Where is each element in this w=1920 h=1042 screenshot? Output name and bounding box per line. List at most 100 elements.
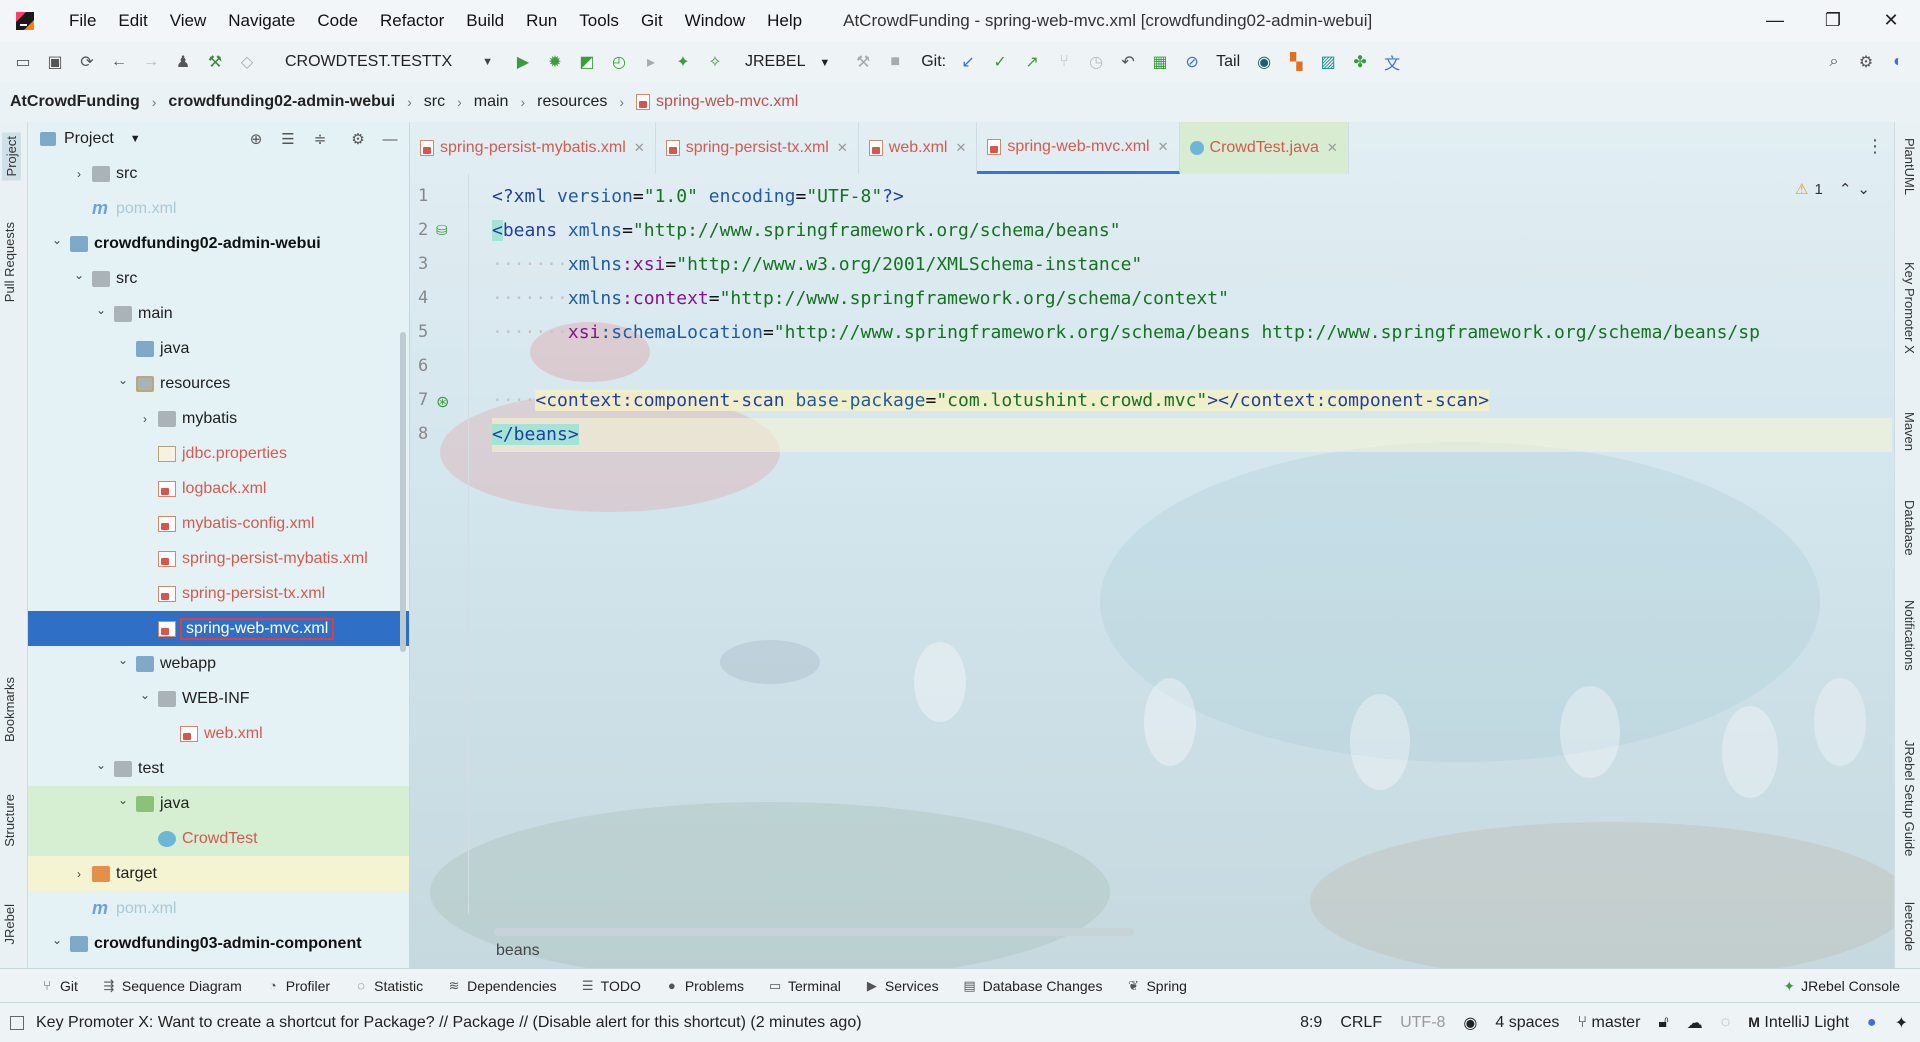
file-encoding[interactable]: UTF-8: [1400, 1014, 1445, 1032]
code-line[interactable]: ·······xsi:schemaLocation="http://www.sp…: [492, 316, 1760, 350]
horizontal-scrollbar[interactable]: [494, 928, 1134, 936]
tool-tab-dependencies[interactable]: ≋ Dependencies: [447, 978, 557, 994]
coverage-icon[interactable]: ◩: [574, 49, 600, 75]
tool-tab-git[interactable]: ⑂ Git: [40, 978, 78, 994]
close-icon[interactable]: ✕: [837, 140, 848, 156]
tool-tab-statistic[interactable]: ◌ Statistic: [354, 978, 423, 994]
pull-requests-tool-tab[interactable]: Pull Requests: [2, 222, 17, 302]
run-config-selector[interactable]: CROWDTEST.TESTTX ▼: [285, 53, 493, 71]
code-line[interactable]: ····<context:component-scan base-package…: [492, 384, 1490, 418]
tool-tab-todo[interactable]: ☰ TODO: [581, 978, 641, 994]
menu-tools[interactable]: Tools: [568, 11, 630, 31]
plugin-grid-icon[interactable]: ▚: [1283, 49, 1309, 75]
chevron-down-icon[interactable]: ⌄: [94, 303, 108, 317]
tool-tab-sequence-diagram[interactable]: ⇶ Sequence Diagram: [102, 978, 241, 994]
breadcrumb-module[interactable]: crowdfunding02-admin-webui: [168, 93, 395, 111]
menu-edit[interactable]: Edit: [107, 11, 158, 31]
run-more-icon[interactable]: ▸: [638, 49, 664, 75]
diagram-icon[interactable]: ▨: [1315, 49, 1341, 75]
editor-tab[interactable]: spring-persist-mybatis.xml ✕: [410, 122, 656, 174]
chevron-down-icon[interactable]: ▼: [130, 133, 141, 145]
menu-view[interactable]: View: [159, 11, 218, 31]
expand-all-icon[interactable]: ☰: [277, 128, 299, 150]
structure-tool-tab[interactable]: Structure: [2, 794, 17, 847]
tool-tab-problems[interactable]: ● Problems: [665, 978, 744, 994]
chevron-down-icon[interactable]: ⌄: [116, 373, 130, 387]
maven-tool-tab[interactable]: Maven: [1902, 412, 1917, 451]
plantuml-tool-tab[interactable]: PlantUML: [1902, 138, 1917, 195]
inspection-indicator[interactable]: ⚠ 1 ⌃ ⌄: [1795, 180, 1870, 199]
tree-item[interactable]: CrowdTest: [28, 821, 409, 856]
tree-item[interactable]: ⌄ crowdfunding02-admin-webui: [28, 226, 409, 261]
status-message[interactable]: Key Promoter X: Want to create a shortcu…: [36, 1014, 862, 1032]
panel-toggle-icon[interactable]: [10, 1015, 24, 1030]
tree-item[interactable]: spring-persist-mybatis.xml: [28, 541, 409, 576]
chart-icon[interactable]: ▦: [1147, 49, 1173, 75]
tree-item[interactable]: m pom.xml: [28, 191, 409, 226]
chevron-up-icon[interactable]: ⌃: [1839, 180, 1852, 198]
notifications-tool-tab[interactable]: Notifications: [1902, 600, 1917, 671]
tool-tab-spring[interactable]: ❦ Spring: [1126, 978, 1187, 994]
tree-item[interactable]: › src: [28, 156, 409, 191]
menu-navigate[interactable]: Navigate: [217, 11, 306, 31]
more-vertical-icon[interactable]: ⋮: [1866, 136, 1884, 157]
tree-item[interactable]: ⌄ main: [28, 296, 409, 331]
tree-item[interactable]: spring-persist-tx.xml: [28, 576, 409, 611]
history-icon[interactable]: ◷: [1083, 49, 1109, 75]
git-commit-icon[interactable]: ✓: [987, 49, 1013, 75]
tree-item[interactable]: mybatis-config.xml: [28, 506, 409, 541]
menu-refactor[interactable]: Refactor: [369, 11, 455, 31]
leetcode-tool-tab[interactable]: leetcode: [1902, 902, 1917, 951]
tree-item[interactable]: › target: [28, 856, 409, 891]
jrebel-tool-tab[interactable]: JRebel: [2, 904, 17, 944]
editor-tab[interactable]: web.xml ✕: [859, 122, 978, 174]
chevron-down-icon[interactable]: ⌄: [50, 933, 64, 947]
puzzle-icon[interactable]: ✤: [1347, 49, 1373, 75]
tree-item[interactable]: ⌄ test: [28, 751, 409, 786]
tree-item[interactable]: ⌄ java: [28, 786, 409, 821]
caret-position[interactable]: 8:9: [1300, 1014, 1322, 1032]
no-sign-icon[interactable]: ⊘: [1179, 49, 1205, 75]
close-icon[interactable]: ✕: [634, 140, 645, 156]
chevron-right-icon[interactable]: ›: [138, 412, 152, 426]
search-icon[interactable]: ⌕: [1821, 49, 1847, 75]
database-tool-tab[interactable]: Database: [1902, 500, 1917, 556]
restore-button[interactable]: ❐: [1804, 0, 1862, 40]
save-all-icon[interactable]: ▣: [42, 49, 68, 75]
tool-tab-services[interactable]: ▶ Services: [865, 978, 939, 994]
tree-item[interactable]: ⌄ crowdfunding03-admin-component: [28, 926, 409, 961]
settings-gear-icon[interactable]: ⚙: [1853, 49, 1879, 75]
jrebel-console-tab[interactable]: ✦ JRebel Console: [1783, 969, 1900, 1003]
chevron-right-icon[interactable]: ›: [72, 167, 86, 181]
editor-tab[interactable]: spring-web-mvc.xml ✕: [977, 122, 1180, 174]
project-panel-title[interactable]: Project: [64, 130, 114, 148]
tree-item[interactable]: ⌄ src: [28, 261, 409, 296]
breadcrumb-project[interactable]: AtCrowdFunding: [10, 93, 140, 111]
key-promoter-tool-tab[interactable]: Key Promoter X: [1902, 262, 1917, 354]
editor-breadcrumb[interactable]: beans: [496, 942, 540, 960]
chevron-down-icon[interactable]: ⌄: [116, 793, 130, 807]
eye-icon[interactable]: ◉: [1463, 1013, 1477, 1033]
jrebel-status-icon[interactable]: ✦: [1895, 1013, 1908, 1033]
close-icon[interactable]: ✕: [1327, 140, 1338, 156]
status-dot-icon[interactable]: ●: [1867, 1014, 1877, 1032]
tree-item[interactable]: spring-web-mvc.xml: [28, 611, 409, 646]
editor-tab[interactable]: CrowdTest.java ✕: [1179, 122, 1349, 174]
open-folder-icon[interactable]: ▭: [10, 49, 36, 75]
menu-run[interactable]: Run: [515, 11, 568, 31]
locate-icon[interactable]: ⊕: [245, 128, 267, 150]
chevron-down-icon[interactable]: ⌄: [116, 653, 130, 667]
breadcrumb-resources[interactable]: resources: [537, 93, 607, 111]
bean-gutter-icon[interactable]: ⛁: [436, 222, 454, 240]
translate-icon[interactable]: 文: [1379, 49, 1405, 75]
line-separator[interactable]: CRLF: [1340, 1014, 1382, 1032]
code-line[interactable]: </beans>: [492, 418, 579, 452]
chevron-down-icon[interactable]: ⌄: [138, 688, 152, 702]
menu-window[interactable]: Window: [674, 11, 756, 31]
breadcrumb-main[interactable]: main: [474, 93, 509, 111]
hide-panel-icon[interactable]: —: [379, 128, 401, 150]
chevron-down-icon[interactable]: ⌄: [50, 233, 64, 247]
tree-item[interactable]: › mybatis: [28, 401, 409, 436]
close-icon[interactable]: ✕: [1158, 139, 1169, 155]
code-line[interactable]: <?xml version="1.0" encoding="UTF-8"?>: [492, 180, 904, 214]
